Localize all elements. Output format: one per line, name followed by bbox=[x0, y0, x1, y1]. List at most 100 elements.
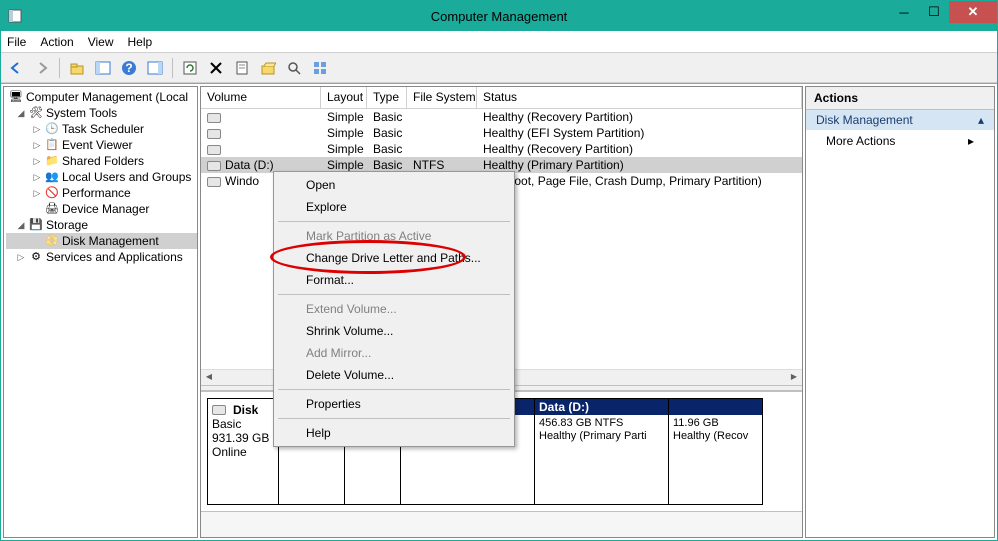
ctx-explore[interactable]: Explore bbox=[276, 196, 512, 218]
tree-storage[interactable]: ◢💾Storage bbox=[6, 217, 197, 233]
event-icon: 📋 bbox=[44, 137, 60, 153]
ctx-delete[interactable]: Delete Volume... bbox=[276, 364, 512, 386]
close-button[interactable]: ✕ bbox=[949, 1, 997, 23]
separator bbox=[278, 418, 510, 419]
ctx-shrink[interactable]: Shrink Volume... bbox=[276, 320, 512, 342]
folder-icon: 📁 bbox=[44, 153, 60, 169]
disk-state: Online bbox=[212, 445, 274, 459]
help-button[interactable]: ? bbox=[118, 57, 140, 79]
tree-performance[interactable]: ▷🚫Performance bbox=[6, 185, 197, 201]
actions-pane: Actions Disk Management▴ More Actions▸ bbox=[805, 86, 995, 538]
col-volume[interactable]: Volume bbox=[201, 87, 321, 108]
tree-task-scheduler[interactable]: ▷🕒Task Scheduler bbox=[6, 121, 197, 137]
tree-disk-management[interactable]: 📀Disk Management bbox=[6, 233, 197, 249]
delete-icon[interactable] bbox=[205, 57, 227, 79]
tree-device-manager[interactable]: 🖨Device Manager bbox=[6, 201, 197, 217]
separator bbox=[278, 221, 510, 222]
menu-view[interactable]: View bbox=[88, 35, 114, 49]
show-hide-tree-button[interactable] bbox=[92, 57, 114, 79]
tree-event-viewer[interactable]: ▷📋Event Viewer bbox=[6, 137, 197, 153]
drive-icon bbox=[207, 161, 221, 171]
actions-section-label: Disk Management bbox=[816, 113, 913, 127]
tree-system-tools[interactable]: ◢🛠System Tools bbox=[6, 105, 197, 121]
rescan-icon[interactable] bbox=[283, 57, 305, 79]
disk-size: 931.39 GB bbox=[212, 431, 274, 445]
expand-icon[interactable]: ▷ bbox=[32, 137, 42, 153]
users-icon: 👥 bbox=[44, 169, 60, 185]
menu-help[interactable]: Help bbox=[128, 35, 153, 49]
open-icon[interactable] bbox=[257, 57, 279, 79]
tree-services[interactable]: ▷⚙Services and Applications bbox=[6, 249, 197, 265]
refresh-button[interactable] bbox=[179, 57, 201, 79]
nav-back-button[interactable] bbox=[5, 57, 27, 79]
expand-icon[interactable]: ▷ bbox=[32, 169, 42, 185]
tools-icon: 🛠 bbox=[28, 105, 44, 121]
expand-icon[interactable]: ▷ bbox=[16, 249, 26, 265]
tree-label: Device Manager bbox=[62, 201, 149, 217]
menu-action[interactable]: Action bbox=[40, 35, 73, 49]
tree-label: Services and Applications bbox=[46, 249, 183, 265]
tree-root[interactable]: 🖥Computer Management (Local bbox=[6, 89, 197, 105]
properties-icon[interactable] bbox=[231, 57, 253, 79]
chevron-right-icon: ▸ bbox=[968, 134, 974, 148]
expand-icon[interactable]: ▷ bbox=[32, 185, 42, 201]
tree-label: Disk Management bbox=[62, 233, 159, 249]
window-icon bbox=[7, 8, 23, 24]
drive-icon bbox=[207, 113, 221, 123]
partition-header: Data (D:) bbox=[535, 399, 668, 415]
list-header[interactable]: Volume Layout Type File System Status bbox=[201, 87, 802, 109]
up-button[interactable] bbox=[66, 57, 88, 79]
partition-header bbox=[669, 399, 762, 415]
tree-pane[interactable]: 🖥Computer Management (Local ◢🛠System Too… bbox=[3, 86, 198, 538]
minimize-button[interactable]: ─ bbox=[889, 1, 919, 23]
col-status[interactable]: Status bbox=[477, 87, 802, 108]
toolbar: ? bbox=[1, 53, 997, 83]
show-hide-action-button[interactable] bbox=[144, 57, 166, 79]
maximize-button[interactable]: ☐ bbox=[919, 1, 949, 23]
col-filesystem[interactable]: File System bbox=[407, 87, 477, 108]
ctx-properties[interactable]: Properties bbox=[276, 393, 512, 415]
ctx-open[interactable]: Open bbox=[276, 174, 512, 196]
separator bbox=[278, 389, 510, 390]
partition[interactable]: 11.96 GBHealthy (Recov bbox=[669, 398, 763, 505]
separator bbox=[278, 294, 510, 295]
ctx-extend: Extend Volume... bbox=[276, 298, 512, 320]
services-icon: ⚙ bbox=[28, 249, 44, 265]
actions-section[interactable]: Disk Management▴ bbox=[806, 110, 994, 130]
ctx-help[interactable]: Help bbox=[276, 422, 512, 444]
ctx-mark-active: Mark Partition as Active bbox=[276, 225, 512, 247]
disk-label: Disk bbox=[233, 403, 258, 417]
partition-info: 456.83 GB NTFSHealthy (Primary Parti bbox=[535, 415, 668, 445]
nav-forward-button[interactable] bbox=[31, 57, 53, 79]
clock-icon: 🕒 bbox=[44, 121, 60, 137]
legend-bar bbox=[201, 511, 802, 537]
expand-icon[interactable]: ▷ bbox=[32, 121, 42, 137]
tree-label: Event Viewer bbox=[62, 137, 132, 153]
expand-icon[interactable]: ▷ bbox=[32, 153, 42, 169]
menu-file[interactable]: File bbox=[7, 35, 26, 49]
ctx-change-drive-letter[interactable]: Change Drive Letter and Paths... bbox=[276, 247, 512, 269]
more-actions[interactable]: More Actions▸ bbox=[806, 130, 994, 152]
title-bar[interactable]: Computer Management ─ ☐ ✕ bbox=[1, 1, 997, 31]
wizard-icon[interactable] bbox=[309, 57, 331, 79]
volume-row[interactable]: SimpleBasicHealthy (Recovery Partition) bbox=[201, 109, 802, 125]
ctx-format[interactable]: Format... bbox=[276, 269, 512, 291]
context-menu[interactable]: Open Explore Mark Partition as Active Ch… bbox=[273, 171, 515, 447]
tree-local-users[interactable]: ▷👥Local Users and Groups bbox=[6, 169, 197, 185]
volume-row[interactable]: SimpleBasicHealthy (Recovery Partition) bbox=[201, 141, 802, 157]
partition[interactable]: Data (D:)456.83 GB NTFSHealthy (Primary … bbox=[535, 398, 669, 505]
tree-label: Task Scheduler bbox=[62, 121, 144, 137]
disk-info[interactable]: Disk Basic 931.39 GB Online bbox=[207, 398, 279, 505]
drive-icon bbox=[212, 405, 226, 415]
drive-icon bbox=[207, 145, 221, 155]
tree-label: Shared Folders bbox=[62, 153, 144, 169]
collapse-icon[interactable]: ◢ bbox=[16, 105, 26, 121]
device-icon: 🖨 bbox=[44, 201, 60, 217]
tree-shared-folders[interactable]: ▷📁Shared Folders bbox=[6, 153, 197, 169]
col-layout[interactable]: Layout bbox=[321, 87, 367, 108]
ctx-add-mirror: Add Mirror... bbox=[276, 342, 512, 364]
col-type[interactable]: Type bbox=[367, 87, 407, 108]
volume-row[interactable]: SimpleBasicHealthy (EFI System Partition… bbox=[201, 125, 802, 141]
tree-label: Storage bbox=[46, 217, 88, 233]
collapse-icon[interactable]: ◢ bbox=[16, 217, 26, 233]
